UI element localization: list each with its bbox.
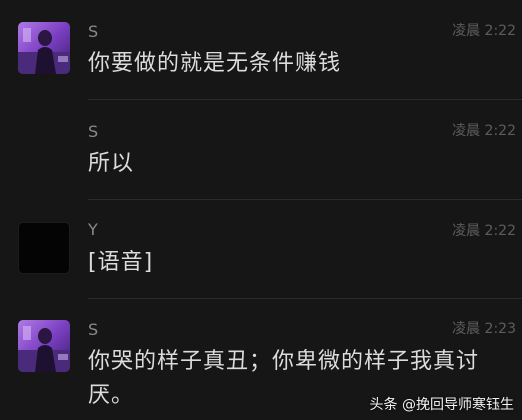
- user-avatar-s[interactable]: [18, 22, 70, 74]
- message-sender: Y: [88, 220, 99, 239]
- user-avatar-s[interactable]: [18, 320, 70, 372]
- chat-message[interactable]: S 凌晨 2:22 你要做的就是无条件赚钱: [0, 0, 522, 100]
- message-text-line: 你哭的样子真丑；你卑微的样子我真讨: [88, 349, 480, 374]
- photo-avatar-icon: [18, 22, 70, 74]
- message-time: 凌晨 2:22: [452, 23, 516, 39]
- message-text[interactable]: 你要做的就是无条件赚钱: [88, 47, 512, 81]
- user-avatar-y[interactable]: [18, 222, 70, 274]
- chat-history: S 凌晨 2:22 你要做的就是无条件赚钱 S 凌晨 2:22 所以 Y 凌晨 …: [0, 0, 522, 420]
- message-sender: S: [88, 320, 99, 339]
- voice-message[interactable]: [语音]: [88, 246, 512, 280]
- chat-message[interactable]: S 凌晨 2:22 所以: [0, 100, 522, 200]
- message-text[interactable]: 所以: [88, 147, 512, 181]
- message-time: 凌晨 2:22: [452, 223, 516, 239]
- message-time: 凌晨 2:22: [452, 123, 516, 139]
- watermark: 头条 @挽回导师寒钰生: [369, 397, 514, 413]
- message-sender: S: [88, 22, 99, 41]
- photo-avatar-icon: [18, 320, 70, 372]
- message-time: 凌晨 2:23: [452, 321, 516, 337]
- chat-message[interactable]: Y 凌晨 2:22 [语音]: [0, 200, 522, 300]
- message-divider: [88, 298, 522, 299]
- message-sender: S: [88, 122, 99, 141]
